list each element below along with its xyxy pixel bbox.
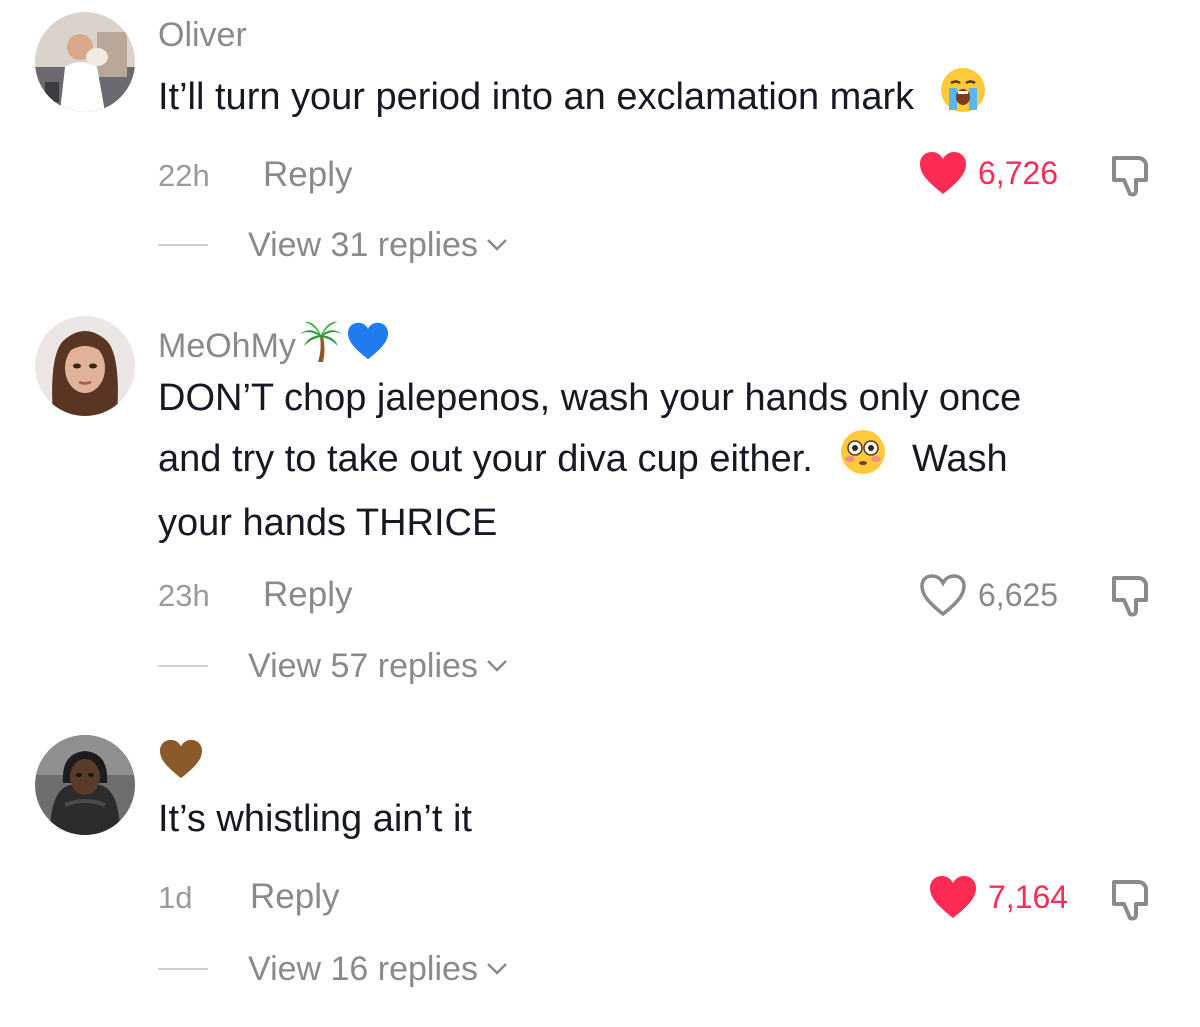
timestamp: 23h [158, 578, 210, 613]
divider-line [158, 244, 208, 246]
username-text: Oliver [158, 16, 247, 54]
view-replies-button[interactable]: View 16 replies [158, 949, 508, 989]
like-count: 6,726 [978, 155, 1059, 191]
loudly-crying-face-icon [939, 66, 987, 132]
thumbs-down-icon [1112, 156, 1148, 197]
chevron-down-icon [487, 963, 507, 975]
chevron-down-icon [487, 660, 507, 672]
comment-text-line: and try to take out your diva cup either… [158, 428, 1168, 494]
comment-text-part: Wash [911, 438, 1008, 481]
chevron-down-icon [487, 239, 507, 251]
username[interactable] [158, 738, 204, 789]
divider-line [158, 665, 208, 667]
thumbs-down-icon [1112, 880, 1148, 921]
palm-tree-icon [298, 318, 344, 373]
comment-text: DON’T chop jalepenos, wash your hands on… [158, 369, 1168, 553]
username[interactable]: MeOhMy [158, 318, 390, 373]
reply-button[interactable]: Reply [263, 155, 352, 195]
like-count: 6,625 [978, 577, 1059, 613]
avatar[interactable] [35, 12, 135, 112]
comment-text-part: and try to take out your diva cup either… [158, 438, 813, 481]
divider-line [158, 968, 208, 970]
blue-heart-icon [346, 321, 390, 370]
view-replies-button[interactable]: View 57 replies [158, 646, 508, 686]
heart-outline-icon [920, 574, 966, 617]
dislike-button[interactable] [1108, 876, 1156, 924]
comment-text: It’ll turn your period into an exclamati… [158, 66, 1168, 132]
dislike-button[interactable] [1108, 152, 1156, 200]
view-replies-label: View 16 replies [248, 950, 478, 988]
comment-item: It’s whistling ain’t it 1d Reply 7,164 V… [0, 720, 1200, 1020]
heart-filled-icon [930, 876, 976, 918]
view-replies-label: View 57 replies [248, 647, 478, 685]
view-replies-label: View 31 replies [248, 226, 478, 264]
like-button[interactable]: 7,164 [928, 874, 1068, 920]
dislike-button[interactable] [1108, 572, 1156, 620]
reply-button[interactable]: Reply [250, 877, 339, 917]
username-text: MeOhMy [158, 326, 296, 365]
heart-filled-icon [920, 152, 966, 194]
comment-text: It’s whistling ain’t it [158, 790, 1168, 849]
comment-text-line: your hands THRICE [158, 502, 498, 544]
flushed-face-icon [839, 428, 887, 494]
reply-button[interactable]: Reply [263, 575, 352, 615]
like-count: 7,164 [988, 879, 1069, 915]
comment-item: MeOhMy DON’T chop jalepenos, wash your h… [0, 300, 1200, 720]
comment-text-content: It’ll turn your period into an exclamati… [158, 76, 915, 119]
brown-heart-icon [158, 738, 204, 789]
like-button[interactable]: 6,726 [918, 150, 1058, 196]
view-replies-button[interactable]: View 31 replies [158, 225, 508, 265]
like-button[interactable]: 6,625 [918, 572, 1058, 618]
avatar[interactable] [35, 735, 135, 835]
comment-text-line: DON’T chop jalepenos, wash your hands on… [158, 377, 1022, 419]
thumbs-down-icon [1112, 576, 1148, 617]
username[interactable]: Oliver [158, 15, 247, 55]
comment-text-content: It’s whistling ain’t it [158, 798, 472, 840]
timestamp: 22h [158, 158, 210, 193]
comment-item: Oliver It’ll turn your period into an ex… [0, 0, 1200, 280]
timestamp: 1d [158, 880, 193, 915]
avatar[interactable] [35, 316, 135, 416]
